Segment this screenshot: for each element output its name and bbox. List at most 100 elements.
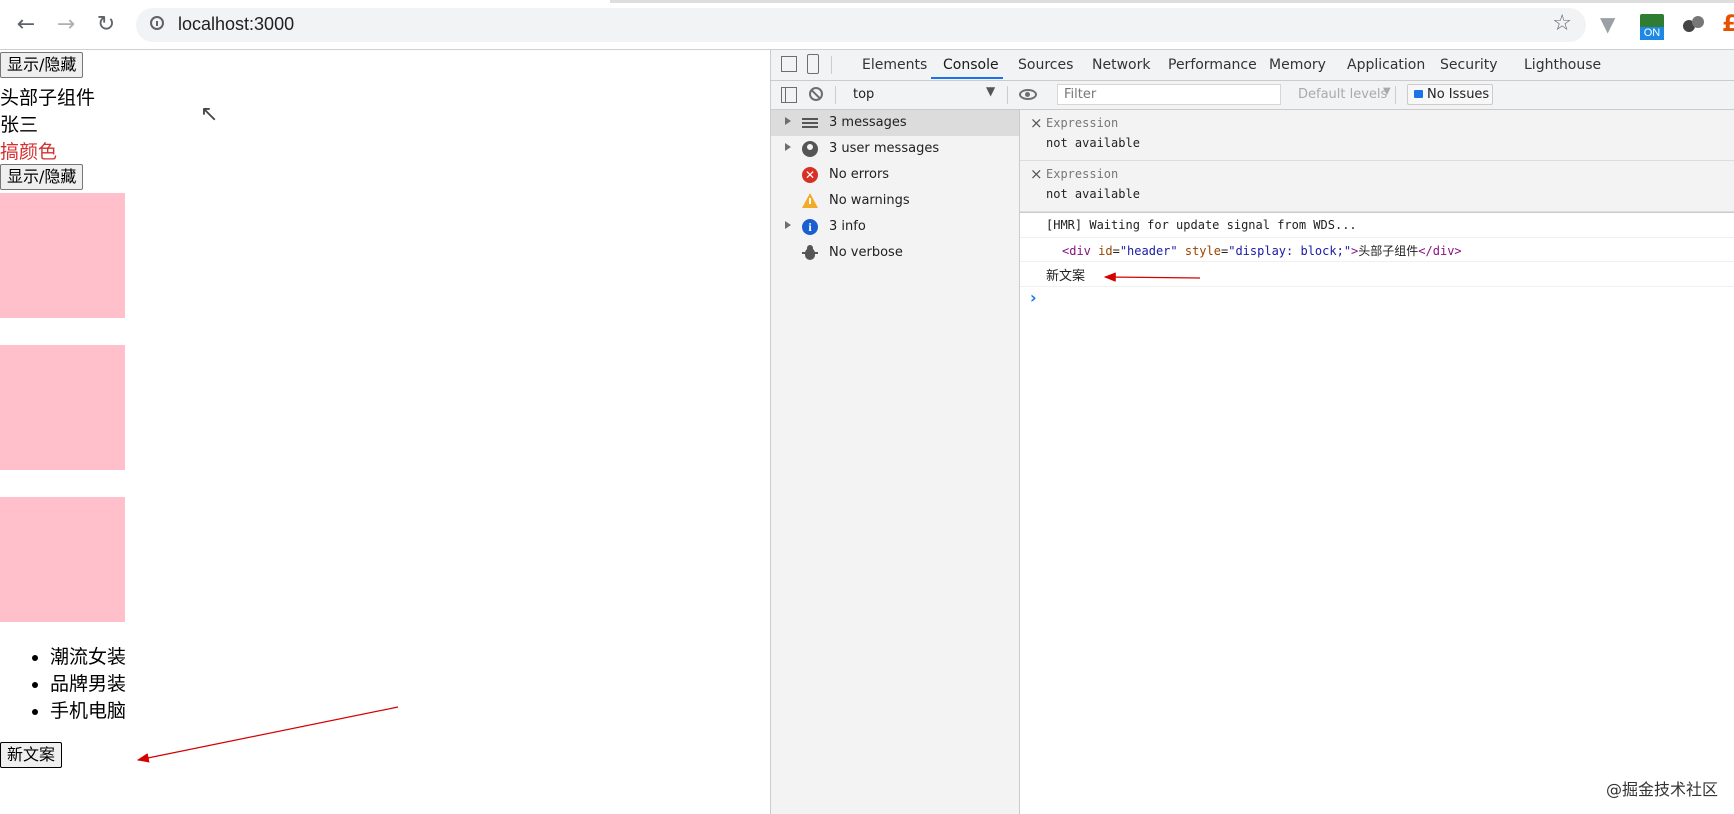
element-text: 头部子组件 xyxy=(1358,244,1419,258)
sidebar-toggle-icon[interactable] xyxy=(781,87,797,103)
console-message: [HMR] Waiting for update signal from WDS… xyxy=(1020,212,1734,238)
context-selector[interactable]: top xyxy=(853,87,874,102)
reload-icon[interactable]: ↻ xyxy=(92,12,120,38)
sidebar-item-label: No warnings xyxy=(829,193,910,208)
expression-title[interactable]: Expression xyxy=(1046,116,1118,130)
toolbar-divider xyxy=(835,86,836,104)
user-icon xyxy=(802,141,818,157)
tab-elements[interactable]: Elements xyxy=(862,57,927,73)
tag-close: </div> xyxy=(1418,244,1462,258)
devtools-panel: Elements Console Sources Network Perform… xyxy=(770,50,1734,814)
tab-application[interactable]: Application xyxy=(1347,57,1425,73)
vue-devtools-extension-icon[interactable]: ▼ xyxy=(1600,12,1615,36)
console-output: × Expression not available × Expression … xyxy=(1020,110,1734,814)
attr-value: "header" xyxy=(1119,244,1178,258)
sidebar-item-user-messages[interactable]: 3 user messages xyxy=(771,136,1019,162)
clear-console-icon[interactable] xyxy=(809,87,823,101)
element-node[interactable]: <div id="header" style="display: block;"… xyxy=(1062,242,1462,259)
toggle-visibility-button-2[interactable]: 显示/隐藏 xyxy=(0,164,84,190)
back-icon[interactable]: ← xyxy=(12,12,40,38)
inspect-element-icon[interactable] xyxy=(781,56,797,72)
attr-name: id xyxy=(1098,244,1113,258)
levels-dropdown-icon[interactable]: ▼ xyxy=(1383,86,1391,97)
sidebar-item-info[interactable]: i 3 info xyxy=(771,214,1019,240)
expand-arrow-icon[interactable] xyxy=(785,221,791,229)
filter-placeholder: Filter xyxy=(1064,87,1097,102)
attr-name: style xyxy=(1184,244,1221,258)
new-copy-button[interactable]: 新文案 xyxy=(0,742,63,768)
category-list: 潮流女装 品牌男装 手机电脑 xyxy=(0,644,126,725)
info-icon: i xyxy=(802,219,818,235)
context-dropdown-icon[interactable]: ▼ xyxy=(986,84,995,98)
active-tab-underline xyxy=(931,77,1003,79)
forward-icon[interactable]: → xyxy=(52,12,80,38)
extension-circles-icon[interactable] xyxy=(1683,14,1705,36)
expand-arrow-icon[interactable] xyxy=(785,143,791,151)
tab-performance[interactable]: Performance xyxy=(1168,57,1257,73)
tab-sources[interactable]: Sources xyxy=(1018,57,1073,73)
sidebar-item-label: No errors xyxy=(829,167,890,182)
header-child-text: 头部子组件 xyxy=(0,87,96,109)
sidebar-item-label: 3 user messages xyxy=(829,141,940,156)
tab-divider xyxy=(831,56,832,74)
site-info-icon[interactable] xyxy=(150,16,164,30)
remove-expression-icon[interactable]: × xyxy=(1030,165,1043,183)
expression-value: not available xyxy=(1046,136,1140,150)
watermark: @掘金技术社区 xyxy=(1605,780,1718,799)
extension-on-icon[interactable]: ON xyxy=(1640,14,1664,42)
url-text[interactable]: localhost:3000 xyxy=(178,14,294,35)
devtools-tab-bar: Elements Console Sources Network Perform… xyxy=(771,50,1734,81)
tab-memory[interactable]: Memory xyxy=(1269,57,1326,73)
live-expression-eye-icon[interactable] xyxy=(1019,89,1037,100)
address-bar[interactable]: localhost:3000 ☆ xyxy=(136,8,1586,42)
expression-title[interactable]: Expression xyxy=(1046,167,1118,181)
toolbar-divider xyxy=(1395,86,1396,104)
filter-input[interactable]: Filter xyxy=(1057,84,1281,105)
toolbar-divider xyxy=(1007,86,1008,104)
tab-console[interactable]: Console xyxy=(943,57,999,73)
sidebar-item-messages[interactable]: 3 messages xyxy=(771,110,1019,136)
mouse-cursor-icon: ↖ xyxy=(200,102,219,127)
console-message: 新文案 xyxy=(1020,262,1734,287)
expression-value: not available xyxy=(1046,187,1140,201)
sidebar-item-label: No verbose xyxy=(829,245,903,260)
pink-box xyxy=(0,193,125,318)
issues-button[interactable]: No Issues xyxy=(1407,84,1493,105)
sidebar-item-verbose[interactable]: No verbose xyxy=(771,240,1019,266)
issues-label: No Issues xyxy=(1427,87,1490,102)
sidebar-item-label: 3 messages xyxy=(829,115,907,130)
tab-security[interactable]: Security xyxy=(1440,57,1498,73)
tab-lighthouse[interactable]: Lighthouse xyxy=(1524,57,1601,73)
tab-network[interactable]: Network xyxy=(1092,57,1150,73)
attr-value: "display: block;" xyxy=(1228,244,1352,258)
list-icon xyxy=(802,115,818,131)
live-expression: × Expression not available xyxy=(1020,110,1734,161)
sidebar-item-errors[interactable]: ✕ No errors xyxy=(771,162,1019,188)
extension-red-icon[interactable]: £ xyxy=(1722,12,1734,37)
bookmark-star-icon[interactable]: ☆ xyxy=(1552,11,1572,36)
sidebar-item-warnings[interactable]: No warnings xyxy=(771,188,1019,214)
remove-expression-icon[interactable]: × xyxy=(1030,114,1043,132)
page-viewport: 显示/隐藏 头部子组件 张三 搞颜色 显示/隐藏 潮流女装 品牌男装 手机电脑 … xyxy=(0,50,770,814)
color-text: 搞颜色 xyxy=(0,141,58,163)
console-prompt-icon[interactable]: › xyxy=(1030,288,1037,307)
list-item: 品牌男装 xyxy=(50,671,126,698)
tag-open: <div xyxy=(1062,244,1091,258)
bug-icon xyxy=(802,245,818,261)
console-toolbar: top ▼ Filter Default levels ▼ No Issues xyxy=(771,81,1734,110)
console-message-element[interactable]: <div id="header" style="display: block;"… xyxy=(1020,237,1734,262)
pink-box xyxy=(0,497,125,622)
sidebar-item-label: 3 info xyxy=(829,219,866,234)
pink-box xyxy=(0,345,125,470)
name-text: 张三 xyxy=(0,114,39,136)
log-text: 新文案 xyxy=(1046,269,1086,284)
warning-icon xyxy=(802,193,818,209)
error-icon: ✕ xyxy=(802,167,818,183)
default-levels-dropdown[interactable]: Default levels xyxy=(1298,87,1387,102)
device-toolbar-icon[interactable] xyxy=(807,54,819,74)
expand-arrow-icon[interactable] xyxy=(785,117,791,125)
toggle-visibility-button[interactable]: 显示/隐藏 xyxy=(0,52,84,78)
hmr-log-text: [HMR] Waiting for update signal from WDS… xyxy=(1046,218,1357,232)
list-item: 潮流女装 xyxy=(50,644,126,671)
tab-strip xyxy=(610,0,1734,3)
